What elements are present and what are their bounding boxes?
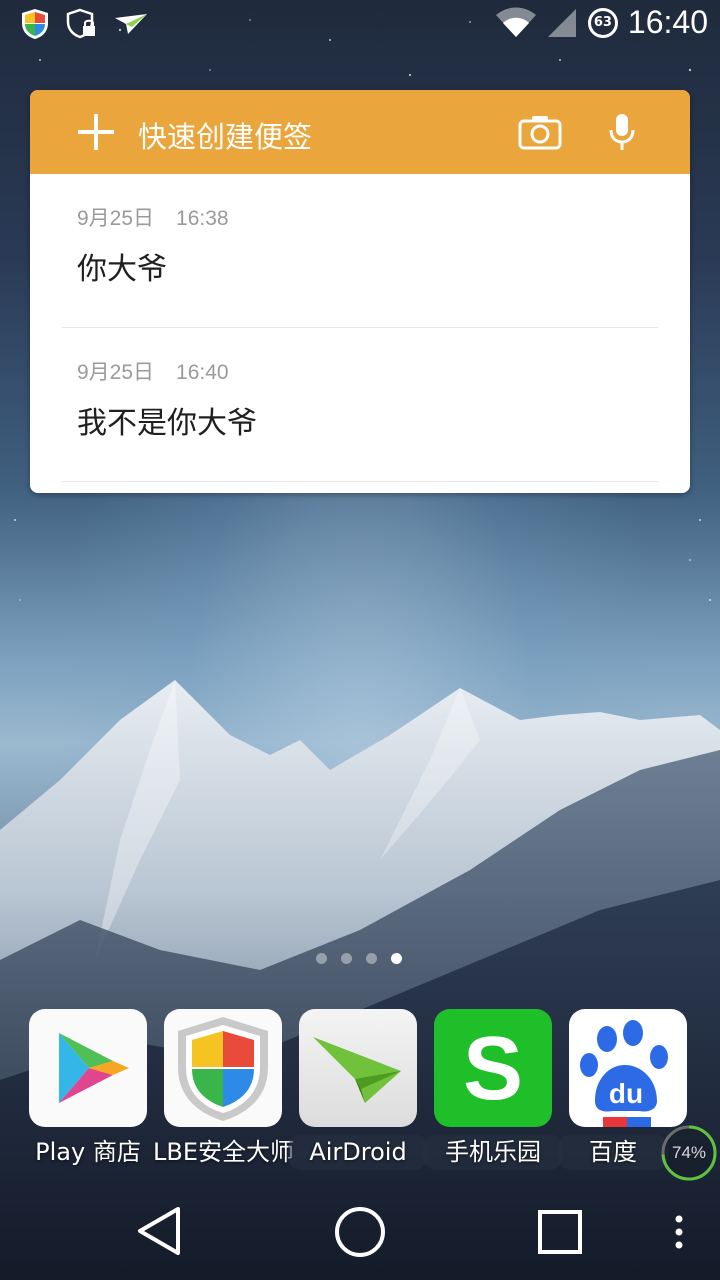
airdroid-icon[interactable] — [299, 1009, 417, 1127]
note-item[interactable]: 9月25日 16:38 你大爷 — [62, 174, 658, 328]
app-label-lbe[interactable]: LBE安全大师 — [153, 1134, 294, 1170]
signal-icon — [547, 8, 576, 37]
baidu-paw-icon[interactable]: du — [569, 1009, 687, 1127]
page-dot — [366, 953, 377, 964]
page-indicator — [316, 953, 402, 964]
quick-create-note-label[interactable]: 快速创建便签 — [138, 114, 312, 156]
notification-count-badge: 63 — [587, 7, 618, 38]
s-app-glyph: S — [463, 1019, 523, 1119]
navigation-bar — [0, 1184, 720, 1280]
note-divider — [62, 481, 658, 482]
app-label-play-store[interactable]: Play 商店 — [18, 1134, 158, 1170]
clock: 16:40 — [627, 4, 708, 40]
battery-percent: 74% — [671, 1143, 707, 1162]
app-label-baidu[interactable]: 百度 — [558, 1134, 668, 1170]
page-dot — [341, 953, 352, 964]
lbe-shield-glyph — [178, 1017, 268, 1121]
lbe-shield-icon — [22, 9, 48, 39]
camera-icon[interactable] — [518, 114, 562, 150]
security-lock-icon — [66, 8, 95, 39]
menu-icon[interactable] — [672, 1214, 686, 1254]
battery-widget[interactable]: 74% — [660, 1124, 718, 1182]
widget-header[interactable]: 快速创建便签 — [30, 90, 690, 174]
status-bar: 63 16:40 — [0, 0, 720, 50]
airdroid-icon — [115, 14, 147, 34]
plus-icon[interactable] — [78, 114, 114, 150]
mic-icon[interactable] — [608, 112, 636, 152]
svg-text:du: du — [609, 1078, 643, 1109]
play-store-glyph — [59, 1033, 129, 1103]
play-store-icon[interactable] — [29, 1009, 147, 1127]
wifi-icon — [495, 7, 536, 37]
page-dot — [316, 953, 327, 964]
note-item[interactable]: 9月25日 16:40 我不是你大爷 — [62, 328, 658, 482]
note-timestamp: 9月25日 16:40 — [77, 361, 229, 384]
recents-icon[interactable] — [537, 1209, 583, 1255]
note-timestamp: 9月25日 16:38 — [77, 207, 229, 230]
svg-text:S: S — [463, 1019, 523, 1119]
lbe-shield-icon[interactable] — [164, 1009, 282, 1127]
airdroid-glyph — [313, 1037, 401, 1103]
home-icon[interactable] — [334, 1206, 386, 1258]
note-content: 我不是你大爷 — [77, 406, 257, 441]
back-icon[interactable] — [136, 1206, 182, 1256]
page-dot-active — [391, 953, 402, 964]
app-label-airdroid[interactable]: AirDroid — [288, 1134, 428, 1170]
s-app-icon[interactable]: S — [434, 1009, 552, 1127]
note-content: 你大爷 — [77, 252, 167, 287]
app-label-shoujileyuan[interactable]: 手机乐园 — [423, 1134, 563, 1170]
baidu-paw-glyph: du — [580, 1020, 668, 1127]
quick-note-widget: 快速创建便签 9月25日 16:38 你大爷 9月25日 16:40 我不是你大爷 — [30, 90, 690, 493]
